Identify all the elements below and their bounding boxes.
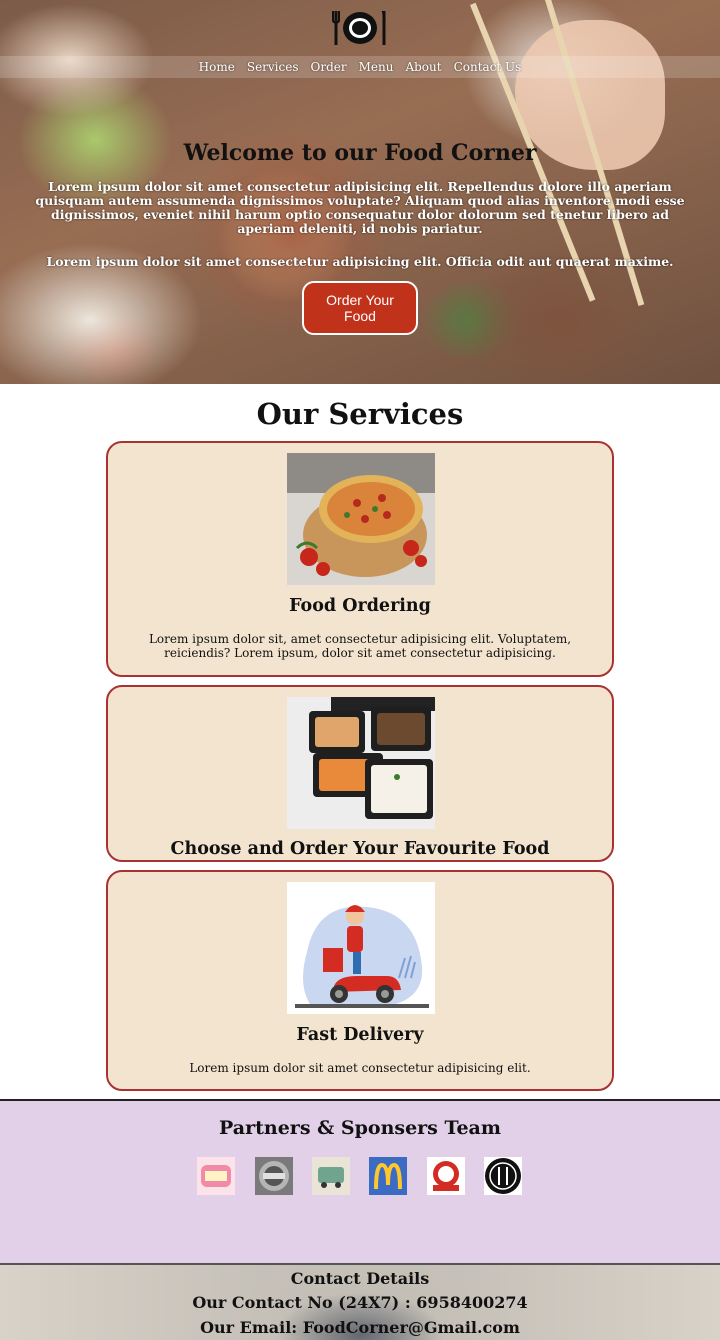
partners-section: Partners & Sponsers Team [0, 1099, 720, 1263]
nav-home[interactable]: Home [199, 60, 235, 74]
food-truck-logo-icon[interactable] [312, 1157, 350, 1195]
main-nav: Home Services Order Menu About Contact U… [0, 56, 720, 78]
nav-services[interactable]: Services [247, 60, 299, 74]
delivery-scooter-image [287, 882, 435, 1014]
service-card-title: Food Ordering [289, 596, 431, 616]
services-title: Our Services [256, 397, 464, 431]
service-card-title: Choose and Order Your Favourite Food [170, 839, 550, 859]
hero-banner: Home Services Order Menu About Contact U… [0, 0, 720, 384]
hard-rock-cafe-logo-icon[interactable] [255, 1157, 293, 1195]
hero-title: Welcome to our Food Corner [183, 140, 537, 166]
sweet-food-logo-icon[interactable] [197, 1157, 235, 1195]
service-card-choose-order: Choose and Order Your Favourite Food [106, 685, 614, 862]
service-card-description: Lorem ipsum dolor sit, amet consectetur … [148, 632, 572, 660]
fork-knife-logo-icon[interactable] [484, 1157, 522, 1195]
contact-section: Contact Details Our Contact No (24X7) : … [0, 1263, 720, 1340]
hero-paragraph-secondary: Lorem ipsum dolor sit amet consectetur a… [46, 254, 674, 269]
contact-email: Our Email: FoodCorner@Gmail.com [200, 1318, 520, 1337]
nav-menu[interactable]: Menu [359, 60, 394, 74]
red-restaurant-logo-icon[interactable] [427, 1157, 465, 1195]
nav-order[interactable]: Order [311, 60, 347, 74]
service-card-fast-delivery: Fast Delivery Lorem ipsum dolor sit amet… [106, 870, 614, 1091]
contact-phone: Our Contact No (24X7) : 6958400274 [192, 1293, 528, 1312]
hero-content: Welcome to our Food Corner Lorem ipsum d… [0, 140, 720, 335]
meal-boxes-image [287, 697, 435, 829]
service-card-description: Lorem ipsum dolor sit amet consectetur a… [189, 1061, 531, 1075]
service-card-title: Fast Delivery [296, 1025, 424, 1045]
service-card-food-ordering: Food Ordering Lorem ipsum dolor sit, ame… [106, 441, 614, 677]
nav-contact[interactable]: Contact Us [454, 60, 522, 74]
pizza-image [287, 453, 435, 585]
plate-logo-icon[interactable] [332, 9, 388, 47]
contact-title: Contact Details [290, 1269, 430, 1288]
mcdonalds-logo-icon[interactable] [369, 1157, 407, 1195]
nav-about[interactable]: About [405, 60, 441, 74]
partners-title: Partners & Sponsers Team [219, 1117, 501, 1139]
order-food-button[interactable]: Order Your Food [302, 281, 418, 335]
hero-paragraph: Lorem ipsum dolor sit amet consectetur a… [35, 179, 685, 236]
